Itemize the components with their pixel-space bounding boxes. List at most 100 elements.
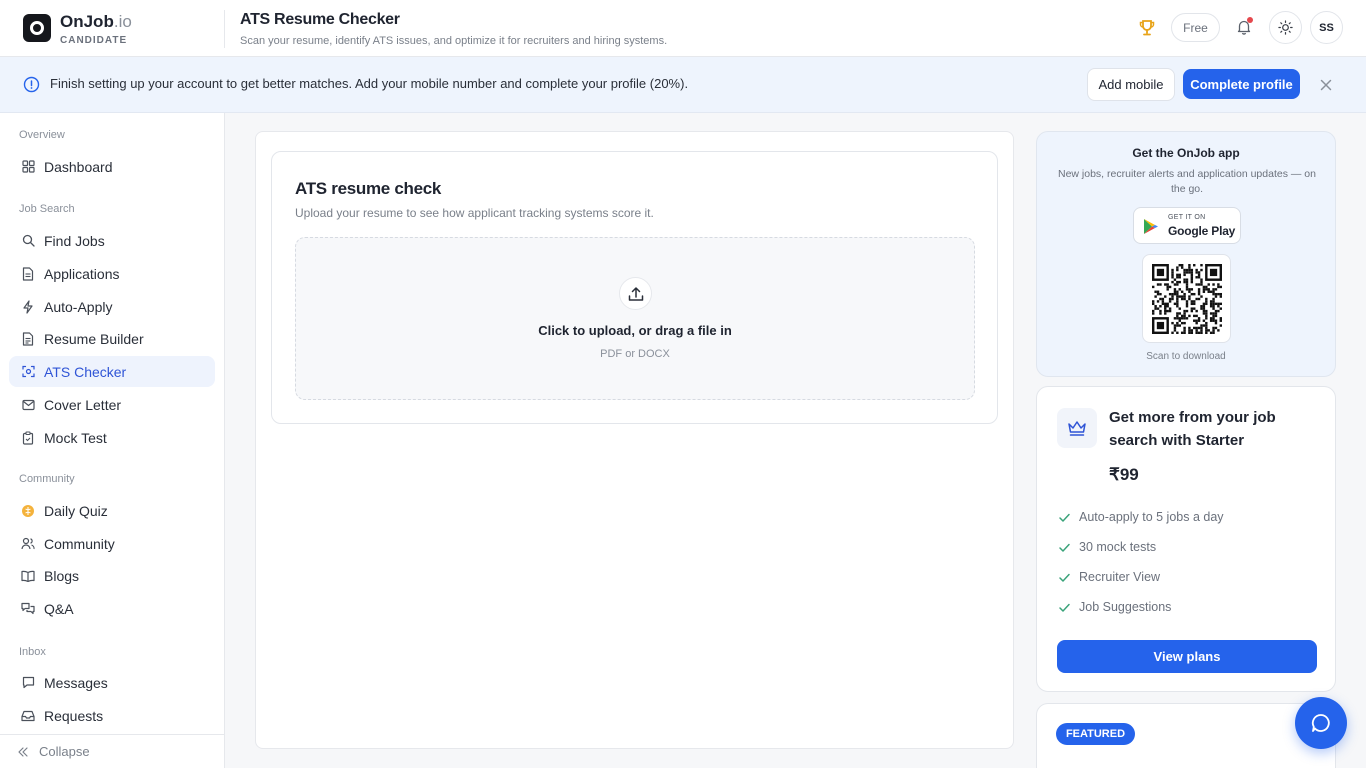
sidebar-collapse-button[interactable]: Collapse — [0, 734, 224, 768]
store-name: Google Play — [1168, 224, 1236, 238]
brand-name-text: OnJob — [60, 12, 114, 31]
crown-icon — [1057, 408, 1097, 448]
plan-title: Get more from your job search with Start… — [1109, 409, 1276, 449]
plan-badge[interactable]: Free — [1171, 13, 1220, 42]
starter-plan-card: Get more from your job search with Start… — [1036, 386, 1336, 692]
trophy-icon[interactable] — [1137, 18, 1157, 38]
sidebar-item-label: Daily Quiz — [44, 502, 108, 519]
collapse-label: Collapse — [39, 744, 90, 759]
sun-icon — [1278, 20, 1293, 35]
featured-card: FEATURED — [1036, 703, 1336, 768]
file-edit-icon — [21, 331, 35, 346]
add-mobile-button[interactable]: Add mobile — [1087, 68, 1175, 101]
view-plans-button[interactable]: View plans — [1057, 640, 1317, 673]
sidebar-item-label: Find Jobs — [44, 232, 105, 249]
sidebar-item-requests[interactable]: Requests — [9, 700, 215, 731]
resume-upload-dropzone[interactable]: Click to upload, or drag a file in PDF o… — [295, 237, 975, 400]
theme-toggle-button[interactable] — [1269, 11, 1302, 44]
sidebar-item-community[interactable]: Community — [9, 528, 215, 559]
app-promo-title: Get the OnJob app — [1132, 146, 1240, 160]
plan-feature-label: Auto-apply to 5 jobs a day — [1079, 510, 1224, 524]
users-icon — [21, 537, 35, 551]
sidebar-item-qa[interactable]: Q&A — [9, 593, 215, 624]
grid-icon — [21, 160, 35, 174]
sidebar-item-mock-test[interactable]: Mock Test — [9, 422, 215, 453]
sidebar-item-label: Requests — [44, 707, 104, 724]
sidebar-item-label: Messages — [44, 674, 108, 691]
sidebar-item-label: Cover Letter — [44, 396, 122, 413]
clipboard-icon — [21, 430, 35, 445]
sidebar-item-messages[interactable]: Messages — [9, 667, 215, 698]
sidebar-item-ats-checker[interactable]: ATS Checker — [9, 356, 215, 387]
sidebar-item-cover-letter[interactable]: Cover Letter — [9, 389, 215, 420]
user-avatar[interactable]: SS — [1310, 11, 1343, 44]
bolt-icon — [21, 299, 35, 314]
chat-button[interactable] — [1295, 697, 1347, 749]
app-header: OnJob.io CANDIDATE ATS Resume Checker Sc… — [0, 0, 1366, 57]
complete-profile-button[interactable]: Complete profile — [1183, 69, 1300, 99]
check-icon — [1058, 541, 1071, 554]
qr-code-icon — [1151, 263, 1222, 334]
sidebar-item-dashboard[interactable]: Dashboard — [9, 151, 215, 182]
ats-description: Upload your resume to see how applicant … — [295, 206, 654, 220]
search-icon — [21, 234, 35, 248]
sidebar-section-inbox: Inbox — [19, 646, 46, 658]
sidebar-item-auto-apply[interactable]: Auto-Apply — [9, 291, 215, 322]
sidebar-item-label: Mock Test — [44, 429, 107, 446]
upload-title: Click to upload, or drag a file in — [538, 323, 732, 338]
page-title: ATS Resume Checker — [240, 11, 400, 28]
sidebar-item-resume-builder[interactable]: Resume Builder — [9, 323, 215, 354]
info-icon — [23, 76, 40, 93]
header-divider — [224, 10, 225, 48]
ats-check-card: ATS resume check Upload your resume to s… — [271, 151, 998, 424]
brand-role: CANDIDATE — [60, 35, 128, 46]
check-icon — [1058, 571, 1071, 584]
plan-feature: 30 mock tests — [1058, 538, 1156, 556]
upload-icon — [619, 277, 652, 310]
google-play-icon — [1144, 219, 1158, 234]
app-promo-description: New jobs, recruiter alerts and applicati… — [1058, 168, 1316, 195]
sidebar-item-applications[interactable]: Applications — [9, 258, 215, 289]
check-icon — [1058, 601, 1071, 614]
plan-feature: Job Suggestions — [1058, 598, 1171, 616]
sidebar-item-label: Dashboard — [44, 158, 113, 175]
sidebar-item-blogs[interactable]: Blogs — [9, 560, 215, 591]
sidebar-section-community: Community — [19, 473, 75, 485]
message-icon — [21, 676, 35, 690]
chat-bubbles-icon — [21, 602, 35, 616]
google-play-button[interactable]: GET IT ON Google Play — [1133, 207, 1241, 244]
featured-badge: FEATURED — [1056, 723, 1135, 745]
onjob-logo-icon[interactable] — [23, 14, 51, 42]
app-promo-card: Get the OnJob app New jobs, recruiter al… — [1036, 131, 1336, 377]
sidebar-item-label: Auto-Apply — [44, 298, 113, 315]
close-icon[interactable] — [1317, 76, 1335, 94]
brand-name[interactable]: OnJob.io — [60, 12, 132, 32]
chevrons-left-icon — [17, 746, 29, 758]
plan-feature: Recruiter View — [1058, 568, 1160, 586]
plan-feature: Auto-apply to 5 jobs a day — [1058, 508, 1224, 526]
file-icon — [21, 266, 35, 281]
banner-message: Finish setting up your account to get be… — [50, 76, 689, 91]
book-icon — [21, 569, 35, 583]
mail-icon — [21, 398, 35, 412]
page-subtitle: Scan your resume, identify ATS issues, a… — [240, 35, 668, 47]
notifications-button[interactable] — [1229, 12, 1259, 42]
sidebar-item-label: Q&A — [44, 600, 74, 617]
sidebar-item-label: Applications — [44, 265, 120, 282]
scan-icon — [21, 365, 35, 379]
sidebar-section-overview: Overview — [19, 129, 65, 141]
sidebar-item-daily-quiz[interactable]: Daily Quiz — [9, 495, 215, 526]
sidebar-item-find-jobs[interactable]: Find Jobs — [9, 225, 215, 256]
plan-price: ₹99 — [1109, 465, 1139, 484]
profile-setup-banner: Finish setting up your account to get be… — [0, 57, 1366, 113]
qr-label: Scan to download — [1146, 351, 1226, 362]
inbox-icon — [21, 709, 35, 723]
plan-feature-label: Recruiter View — [1079, 570, 1161, 584]
upload-hint: PDF or DOCX — [600, 348, 670, 360]
ats-title: ATS resume check — [295, 179, 442, 198]
plan-feature-label: Job Suggestions — [1079, 600, 1172, 614]
brain-icon — [21, 504, 35, 518]
sidebar: Overview Dashboard Job Search Find Jobs … — [0, 113, 225, 768]
sidebar-item-label: Resume Builder — [44, 330, 144, 347]
store-caption: GET IT ON — [1168, 214, 1206, 221]
